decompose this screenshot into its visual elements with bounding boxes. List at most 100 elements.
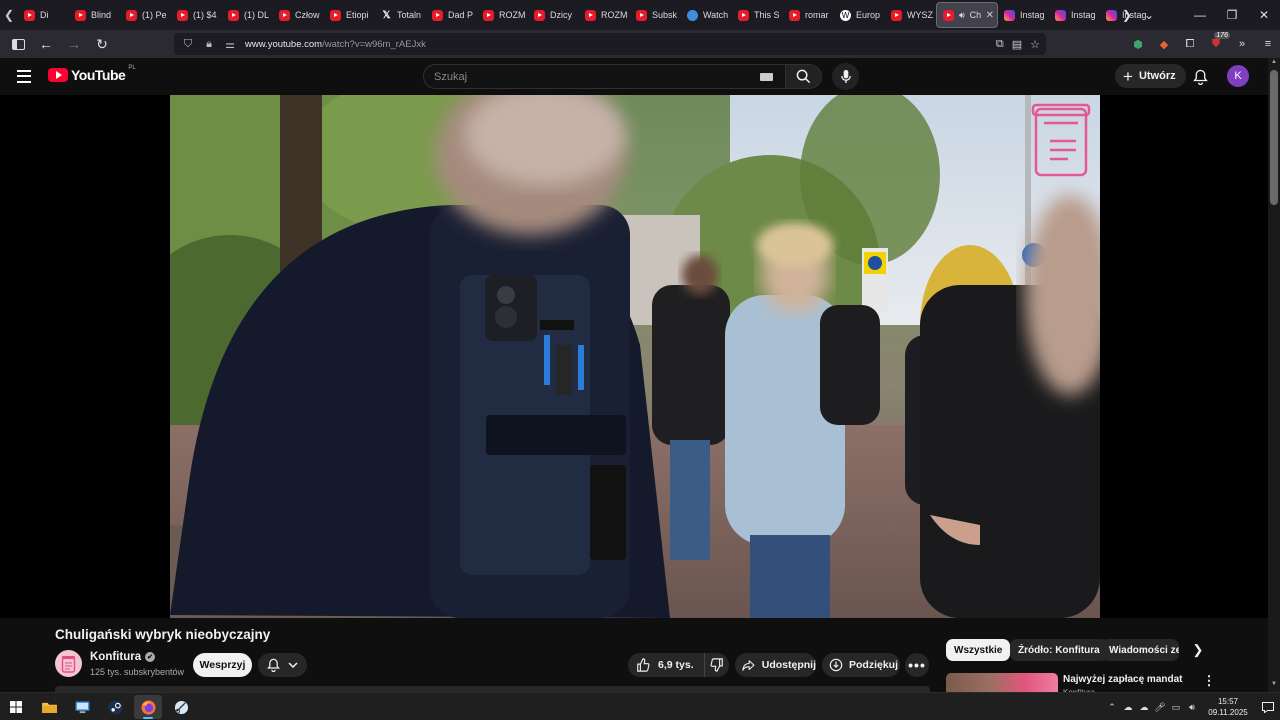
browser-tab[interactable]: romar	[783, 2, 834, 28]
scroll-down-icon[interactable]: ▼	[1268, 681, 1280, 691]
browser-tab[interactable]: ROZM	[477, 2, 528, 28]
browser-tab[interactable]: Blind	[69, 2, 120, 28]
vpn-shield-icon[interactable]: ⬢	[1128, 34, 1148, 54]
browser-tab[interactable]: 𝕏 Totaln	[375, 2, 426, 28]
notifications-button[interactable]	[1190, 67, 1210, 87]
browser-tab[interactable]: (1) Pe	[120, 2, 171, 28]
tray-overflow-icon[interactable]: ⌃	[1104, 693, 1120, 720]
lock-icon[interactable]: 🔒︎	[203, 38, 215, 51]
cloud-icon[interactable]: ☁	[1136, 693, 1152, 720]
browser-tab[interactable]: Watch	[681, 2, 732, 28]
extensions-puzzle-icon[interactable]: ⧠	[1180, 34, 1200, 54]
minimize-icon[interactable]: —	[1184, 0, 1216, 30]
tab-audio-icon[interactable]: 🔊︎	[959, 10, 965, 21]
list-all-tabs-icon[interactable]: ⌄	[1138, 0, 1160, 30]
restore-icon[interactable]: ❐	[1216, 0, 1248, 30]
hamburger-menu-icon[interactable]	[14, 66, 34, 86]
close-window-icon[interactable]: ✕	[1248, 0, 1280, 30]
account-avatar[interactable]: K	[1227, 65, 1249, 87]
share-button[interactable]: Udostępnij	[735, 653, 816, 677]
chip-news[interactable]: Wiadomości ze	[1101, 639, 1179, 661]
browser-tab[interactable]: Dzicy	[528, 2, 579, 28]
browser-tab[interactable]: Dad P	[426, 2, 477, 28]
picture-in-picture-icon[interactable]: ⧉	[996, 38, 1004, 51]
tab-title: Instag	[1020, 10, 1045, 20]
browser-tab[interactable]: Subsk	[630, 2, 681, 28]
browser-tab[interactable]: (1) $4	[171, 2, 222, 28]
more-vertical-icon[interactable]: ⋮	[1203, 673, 1216, 689]
subscription-notifications-button[interactable]	[258, 653, 307, 677]
keyboard-icon[interactable]	[760, 73, 773, 81]
reader-view-icon[interactable]: ▤	[1012, 38, 1022, 51]
url-text[interactable]: www.youtube.com/watch?v=w96m_rAEJxk	[245, 39, 426, 50]
chip-all[interactable]: Wszystkie	[946, 639, 1011, 661]
more-actions-button[interactable]: •••	[905, 653, 929, 677]
video-player[interactable]	[170, 95, 1100, 618]
create-button[interactable]: + Utwórz	[1115, 64, 1186, 88]
tabs-scroll-left-icon[interactable]: ❮	[0, 0, 18, 30]
shield-icon[interactable]: ⛉	[182, 38, 194, 51]
browser-tab[interactable]: WYSZ	[885, 2, 936, 28]
tab-title: This S	[754, 10, 780, 20]
browser-tab[interactable]: Instag	[998, 2, 1049, 28]
voice-search-button[interactable]	[832, 63, 859, 90]
browser-tab[interactable]: This S	[732, 2, 783, 28]
sidebar-toggle-icon[interactable]	[6, 32, 30, 56]
youtube-favicon-icon	[228, 9, 239, 21]
address-bar[interactable]: ⛉ 🔒︎ ⚌ www.youtube.com/watch?v=w96m_rAEJ…	[174, 33, 1046, 55]
channel-avatar[interactable]	[55, 650, 82, 677]
scrollbar-thumb[interactable]	[1270, 70, 1278, 205]
remote-desktop-icon[interactable]	[68, 695, 96, 719]
extension-fox-icon[interactable]: ◆	[1154, 34, 1174, 54]
forward-icon[interactable]: →	[62, 32, 86, 56]
youtube-logo[interactable]: YouTube PL	[48, 65, 136, 83]
chip-source[interactable]: Źródło: Konfitura	[1010, 639, 1108, 661]
recommendation-thumbnail[interactable]	[946, 673, 1058, 692]
chevron-right-icon[interactable]: ❯	[1190, 642, 1206, 658]
network-icon[interactable]: ▭	[1168, 693, 1184, 720]
bookmark-star-icon[interactable]: ☆	[1030, 38, 1040, 51]
firefox-icon[interactable]	[134, 695, 162, 719]
youtube-favicon-icon	[943, 9, 954, 21]
volume-icon[interactable]: 🔊︎	[1184, 693, 1200, 720]
onedrive-icon[interactable]: ☁	[1120, 693, 1136, 720]
ublock-icon[interactable]: ⛊ 176	[1206, 32, 1230, 54]
page-scrollbar[interactable]: ▲ ▼	[1268, 58, 1280, 692]
browser-tab[interactable]: Di	[18, 2, 69, 28]
browser-tab[interactable]: Etiopi	[324, 2, 375, 28]
browser-tab[interactable]: W Europ	[834, 2, 885, 28]
clock[interactable]: 15:57 09.11.2025	[1200, 696, 1256, 718]
app-menu-icon[interactable]: ≡	[1258, 34, 1278, 54]
notifications-icon[interactable]	[1256, 693, 1280, 720]
dislike-button[interactable]	[705, 653, 729, 677]
start-button[interactable]	[2, 695, 30, 719]
search-icon	[796, 69, 811, 84]
search-button[interactable]	[786, 64, 822, 89]
back-icon[interactable]: ←	[34, 32, 58, 56]
instagram-favicon-icon	[1055, 9, 1066, 21]
browser-tab[interactable]: (1) DL	[222, 2, 273, 28]
browser-tab[interactable]: Instag	[1049, 2, 1100, 28]
file-explorer-icon[interactable]	[35, 695, 63, 719]
browser-tab[interactable]: Człow	[273, 2, 324, 28]
browser-tab[interactable]: ROZM	[579, 2, 630, 28]
steam-icon[interactable]	[101, 695, 129, 719]
thanks-button[interactable]: Podziękuj	[822, 653, 900, 677]
tab-title: (1) $4	[193, 10, 217, 20]
page-permissions-icon[interactable]: ⚌	[224, 38, 236, 51]
reload-icon[interactable]: ↻	[90, 32, 114, 56]
scroll-up-icon[interactable]: ▲	[1268, 59, 1280, 69]
support-button[interactable]: Wesprzyj	[193, 653, 252, 677]
browser-tab[interactable]: 🔊︎ Ch ✕	[936, 2, 998, 28]
more-tools-icon[interactable]: »	[1232, 34, 1252, 54]
search-input[interactable]	[434, 70, 734, 83]
recommendation-title[interactable]: Najwyżej zapłacę mandat	[1063, 674, 1183, 685]
tab-close-icon[interactable]: ✕	[986, 10, 994, 21]
like-button[interactable]: 6,9 tys.	[628, 653, 705, 677]
channel-name[interactable]: Konfitura ✔	[90, 651, 156, 663]
tabs-scroll-right-icon[interactable]: ❯	[1116, 0, 1138, 30]
sniping-tool-icon[interactable]	[167, 695, 195, 719]
microphone-tray-icon[interactable]: 🎤︎	[1152, 693, 1168, 720]
microphone-icon	[840, 69, 851, 84]
youtube-favicon-icon	[24, 9, 35, 21]
